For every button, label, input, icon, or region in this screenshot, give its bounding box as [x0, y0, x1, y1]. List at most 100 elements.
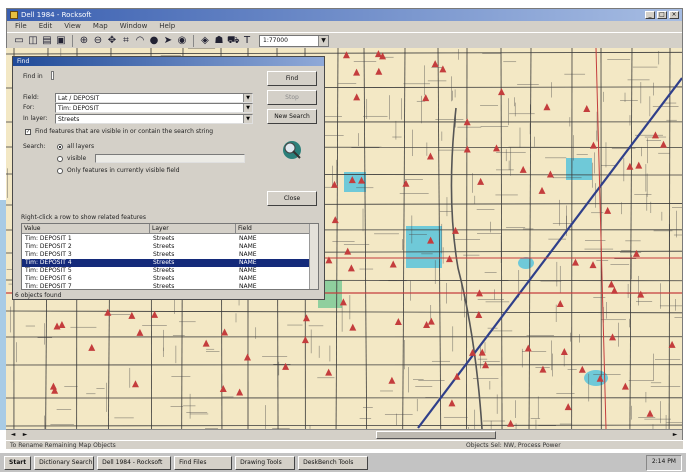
table-row[interactable]: Tim: DEPOSIT 6 Streets NAME: [22, 275, 312, 283]
window-controls: _ □ ×: [645, 11, 679, 19]
dialog-title[interactable]: Find: [13, 57, 324, 66]
car-icon[interactable]: ⛟: [227, 35, 240, 47]
open-icon[interactable]: ◫: [27, 35, 39, 47]
task-button[interactable]: Drawing Tools: [235, 455, 296, 470]
column-header-value[interactable]: Value: [22, 224, 150, 233]
start-button[interactable]: Start: [4, 455, 32, 470]
task-button[interactable]: Dell 1984 - Rocksoft: [97, 455, 172, 470]
radio-selected[interactable]: [57, 168, 63, 174]
cell-value: Tim: DEPOSIT 1: [25, 235, 72, 242]
toolbar-separator: [193, 34, 194, 47]
globe-icon[interactable]: ●: [148, 35, 160, 47]
taskbar: Start Dictionary Search Dell 1984 - Rock…: [0, 452, 686, 472]
cell-field: NAME: [239, 251, 257, 258]
label-icon[interactable]: T: [241, 35, 253, 47]
layer-select[interactable]: Streets ▼: [55, 114, 253, 124]
table-row[interactable]: Tim: DEPOSIT 3 Streets NAME: [22, 251, 312, 259]
chevron-down-icon[interactable]: ▼: [243, 94, 252, 102]
cell-layer: Streets: [153, 275, 175, 282]
task-button[interactable]: DeskBench Tools: [298, 455, 369, 470]
zoom-combo[interactable]: 1:77000 ▼: [259, 34, 329, 47]
cell-value: Tim: DEPOSIT 7: [25, 283, 72, 290]
cell-field: NAME: [239, 243, 257, 250]
zoom-in-icon[interactable]: ⊕: [78, 35, 90, 47]
menu-map[interactable]: Map: [93, 21, 108, 32]
cell-layer: Streets: [153, 283, 175, 290]
cell-value: Tim: DEPOSIT 2: [25, 243, 72, 250]
menu-help[interactable]: Help: [159, 21, 175, 32]
status-left: To Rename Remaining Map Objects: [10, 442, 116, 449]
scroll-end-icon[interactable]: ►: [670, 431, 680, 439]
window-title: Dell 1984 - Rocksoft: [21, 11, 92, 19]
lasso-icon[interactable]: ◠: [134, 35, 146, 47]
close-window-button[interactable]: ×: [669, 11, 679, 19]
radio-all-layers[interactable]: [57, 144, 63, 150]
table-row[interactable]: Tim: DEPOSIT 4 Streets NAME: [22, 259, 312, 267]
for-value: Tim: DEPOSIT: [58, 105, 99, 112]
status-bar: To Rename Remaining Map Objects Objects …: [6, 440, 683, 449]
chevron-down-icon[interactable]: ▼: [318, 35, 328, 46]
zoom-value: 1:77000: [263, 36, 288, 44]
field-select[interactable]: Lat / DEPOSIT ▼: [55, 93, 253, 103]
table-row[interactable]: Tim: DEPOSIT 5 Streets NAME: [22, 267, 312, 275]
in-layer-label: In layer:: [23, 115, 48, 122]
radio-visible[interactable]: [57, 156, 63, 162]
title-bar[interactable]: Dell 1984 - Rocksoft: [7, 9, 682, 21]
results-list[interactable]: Value Layer Field Tim: DEPOSIT 1 Streets N…: [21, 223, 319, 290]
locate-icon[interactable]: ◉: [176, 35, 188, 47]
stop-button[interactable]: Stop: [267, 90, 317, 105]
toolbar-separator: [72, 34, 73, 47]
chevron-down-icon[interactable]: ▼: [243, 104, 252, 112]
radio-selected-label: Only features in currently visible field: [67, 167, 180, 174]
task-button[interactable]: Dictionary Search: [34, 455, 95, 470]
cell-layer: Streets: [153, 267, 175, 274]
app-icon: [10, 11, 18, 19]
zoom-out-icon[interactable]: ⊖: [92, 35, 104, 47]
arrow-icon[interactable]: ➤: [162, 35, 174, 47]
column-header-field[interactable]: Field: [236, 224, 312, 233]
results-scrollbar[interactable]: [309, 224, 318, 289]
cell-layer: Streets: [153, 259, 175, 266]
scroll-left-icon[interactable]: ◄: [8, 431, 18, 439]
info-icon[interactable]: ◈: [199, 35, 211, 47]
find-in-field[interactable]: [51, 71, 54, 80]
status-right: Objects Sel: NW, Process Power: [466, 442, 561, 449]
table-row[interactable]: Tim: DEPOSIT 1 Streets NAME: [22, 235, 312, 243]
print-icon[interactable]: ▤: [41, 35, 53, 47]
task-button[interactable]: Find Files: [174, 455, 233, 470]
cell-layer: Streets: [153, 235, 175, 242]
find-button[interactable]: Find: [267, 71, 317, 86]
find-in-label: Find in: [23, 73, 43, 80]
menu-window[interactable]: Window: [120, 21, 148, 32]
visible-input[interactable]: [95, 154, 245, 163]
horizontal-scrollbar[interactable]: ◄ ► ►: [6, 429, 682, 440]
cell-layer: Streets: [153, 251, 175, 258]
column-header-layer[interactable]: Layer: [150, 224, 236, 233]
match-checkbox[interactable]: ✓: [25, 129, 31, 135]
maximize-button[interactable]: □: [657, 11, 667, 19]
chevron-down-icon[interactable]: ▼: [243, 115, 252, 123]
scroll-thumb[interactable]: [376, 431, 496, 439]
cell-field: NAME: [239, 235, 257, 242]
search-label: Search:: [23, 143, 46, 150]
close-button[interactable]: Close: [267, 191, 317, 206]
cell-value: Tim: DEPOSIT 3: [25, 251, 72, 258]
for-label: For:: [23, 104, 35, 111]
cell-value: Tim: DEPOSIT 6: [25, 275, 72, 282]
minimize-button[interactable]: _: [645, 11, 655, 19]
save-icon[interactable]: ▣: [55, 35, 67, 47]
select-icon[interactable]: ⌗: [120, 35, 132, 47]
menu-file[interactable]: File: [15, 21, 27, 32]
menu-view[interactable]: View: [64, 21, 81, 32]
scroll-right-icon[interactable]: ►: [20, 431, 30, 439]
cell-field: NAME: [239, 267, 257, 274]
for-input[interactable]: Tim: DEPOSIT ▼: [55, 103, 253, 113]
route-icon[interactable]: ☗: [213, 35, 225, 47]
table-row[interactable]: Tim: DEPOSIT 7 Streets NAME: [22, 283, 312, 290]
new-search-button[interactable]: New Search: [267, 109, 317, 124]
water-body: [566, 158, 592, 180]
pan-icon[interactable]: ✥: [106, 35, 118, 47]
table-row[interactable]: Tim: DEPOSIT 2 Streets NAME: [22, 243, 312, 251]
menu-edit[interactable]: Edit: [39, 21, 53, 32]
new-icon[interactable]: ▭: [13, 35, 25, 47]
